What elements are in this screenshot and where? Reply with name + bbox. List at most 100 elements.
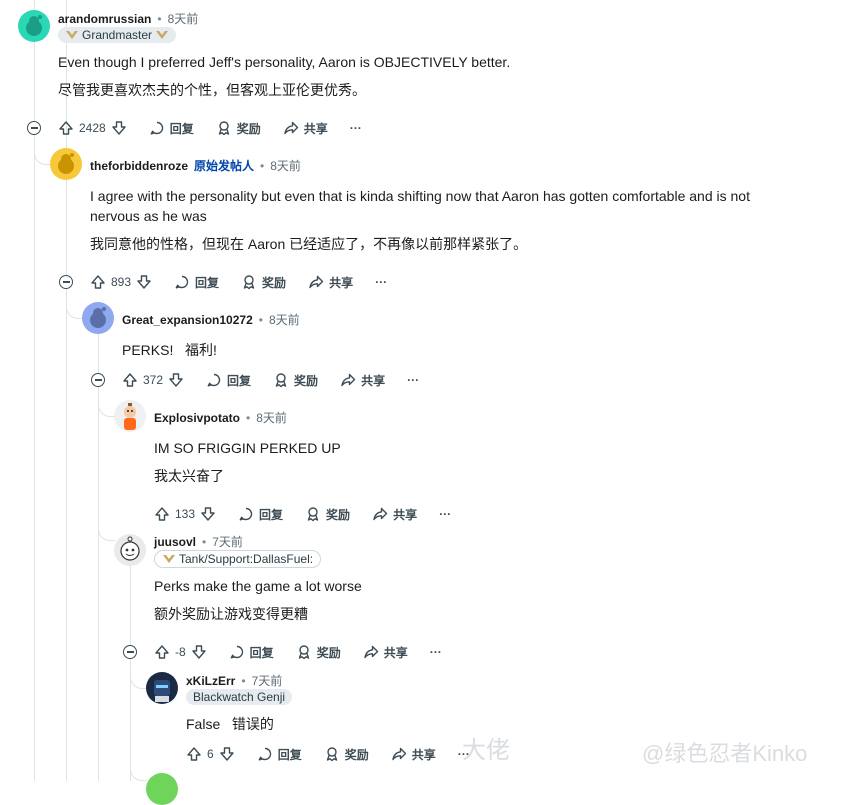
vote-group: 6 — [186, 746, 235, 762]
award-label: 奖励 — [294, 373, 319, 388]
award-label: 奖励 — [262, 275, 287, 290]
share-button[interactable]: 共享 — [283, 120, 328, 137]
collapse-button[interactable] — [123, 645, 137, 659]
award-button[interactable]: 奖励 — [216, 120, 261, 137]
upvote-icon[interactable] — [122, 372, 138, 388]
downvote-icon[interactable] — [111, 120, 127, 136]
reply-label: 回复 — [249, 645, 274, 660]
timestamp[interactable]: 7天前 — [252, 672, 283, 689]
downvote-icon[interactable] — [219, 746, 235, 762]
downvote-icon[interactable] — [136, 274, 152, 290]
downvote-icon[interactable] — [191, 644, 207, 660]
share-button[interactable]: 共享 — [391, 746, 436, 763]
share-button[interactable]: 共享 — [340, 372, 385, 389]
share-label: 共享 — [361, 373, 386, 388]
thread-branch — [98, 516, 115, 541]
comment-icon — [150, 121, 163, 135]
vote-count: 372 — [143, 373, 164, 387]
thread-branch — [130, 664, 147, 689]
share-label: 共享 — [383, 645, 408, 660]
comment-meta: Great_expansion10272 • 8天前 — [122, 311, 300, 328]
more-options-button[interactable]: ··· — [407, 373, 419, 387]
share-icon — [309, 275, 324, 289]
award-button[interactable]: 奖励 — [305, 506, 350, 523]
thread-branch — [98, 392, 115, 417]
username[interactable]: arandomrussian — [58, 12, 151, 26]
award-button[interactable]: 奖励 — [273, 372, 318, 389]
avatar[interactable] — [146, 773, 178, 805]
reply-button[interactable]: 回复 — [206, 372, 251, 389]
vote-count: -8 — [175, 645, 186, 659]
more-options-button[interactable]: ··· — [350, 121, 362, 135]
vote-group: 372 — [122, 372, 184, 388]
reply-button[interactable]: 回复 — [257, 746, 302, 763]
avatar[interactable] — [114, 400, 146, 432]
award-button[interactable]: 奖励 — [296, 644, 341, 661]
share-button[interactable]: 共享 — [372, 506, 417, 523]
username[interactable]: xKiLzErr — [186, 674, 235, 688]
award-button[interactable]: 奖励 — [241, 274, 286, 291]
comment-icon — [239, 507, 253, 521]
separator: • — [241, 673, 246, 688]
award-label: 奖励 — [316, 645, 341, 660]
thread-branch — [130, 752, 147, 781]
upvote-icon[interactable] — [90, 274, 106, 290]
comment-icon — [230, 645, 243, 659]
avatar[interactable] — [82, 302, 114, 334]
separator: • — [157, 11, 162, 26]
collapse-button[interactable] — [27, 121, 41, 135]
comment-text: IM SO FRIGGIN PERKED UP — [154, 440, 341, 456]
action-bar: 133 回复 奖励 共享 ··· — [154, 503, 473, 525]
comment-icon — [207, 373, 221, 387]
action-bar: -8 回复 奖励 共享 ··· — [154, 641, 464, 663]
op-badge: 原始发帖人 — [194, 159, 255, 173]
user-flair: Grandmaster — [58, 27, 177, 43]
upvote-icon[interactable] — [154, 506, 170, 522]
upvote-icon[interactable] — [154, 644, 170, 660]
upvote-icon[interactable] — [58, 120, 74, 136]
avatar[interactable] — [146, 672, 178, 704]
reply-button[interactable]: 回复 — [238, 506, 283, 523]
reply-button[interactable]: 回复 — [229, 644, 274, 661]
comment-body: Even though I preferred Jeff's personali… — [58, 52, 738, 100]
timestamp[interactable]: 8天前 — [256, 409, 287, 426]
comment-icon — [258, 747, 271, 761]
separator: • — [260, 158, 265, 173]
more-options-button[interactable]: ··· — [439, 507, 451, 521]
more-options-button[interactable]: ··· — [430, 645, 442, 659]
timestamp[interactable]: 8天前 — [270, 157, 301, 174]
username[interactable]: juusovl — [154, 535, 196, 549]
collapse-button[interactable] — [59, 275, 73, 289]
timestamp[interactable]: 8天前 — [269, 311, 300, 328]
downvote-icon[interactable] — [168, 372, 184, 388]
share-icon — [284, 121, 298, 135]
more-icon: ··· — [407, 373, 420, 387]
username[interactable]: Explosivpotato — [154, 411, 240, 425]
avatar[interactable] — [18, 10, 50, 42]
watermark: 大佬 — [462, 737, 510, 764]
more-icon: ··· — [375, 275, 388, 289]
reply-button[interactable]: 回复 — [174, 274, 219, 291]
thread-branch — [66, 296, 83, 319]
share-button[interactable]: 共享 — [308, 274, 353, 291]
award-icon — [307, 507, 319, 522]
avatar[interactable] — [114, 534, 146, 566]
share-icon — [392, 747, 406, 761]
vote-group: 893 — [90, 274, 152, 290]
timestamp[interactable]: 8天前 — [168, 10, 199, 27]
more-options-button[interactable]: ··· — [375, 275, 387, 289]
upvote-icon[interactable] — [186, 746, 202, 762]
downvote-icon[interactable] — [200, 506, 216, 522]
username[interactable]: Great_expansion10272 — [122, 313, 253, 327]
share-label: 共享 — [411, 747, 436, 762]
share-icon — [341, 373, 356, 387]
username[interactable]: theforbiddenroze — [90, 159, 188, 173]
award-button[interactable]: 奖励 — [324, 746, 369, 763]
timestamp[interactable]: 7天前 — [212, 533, 243, 550]
avatar[interactable] — [50, 148, 82, 180]
vote-group: 2428 — [58, 120, 127, 136]
share-button[interactable]: 共享 — [363, 644, 408, 661]
collapse-button[interactable] — [91, 373, 105, 387]
reply-button[interactable]: 回复 — [149, 120, 194, 137]
flair-text: Grandmaster — [82, 28, 153, 42]
